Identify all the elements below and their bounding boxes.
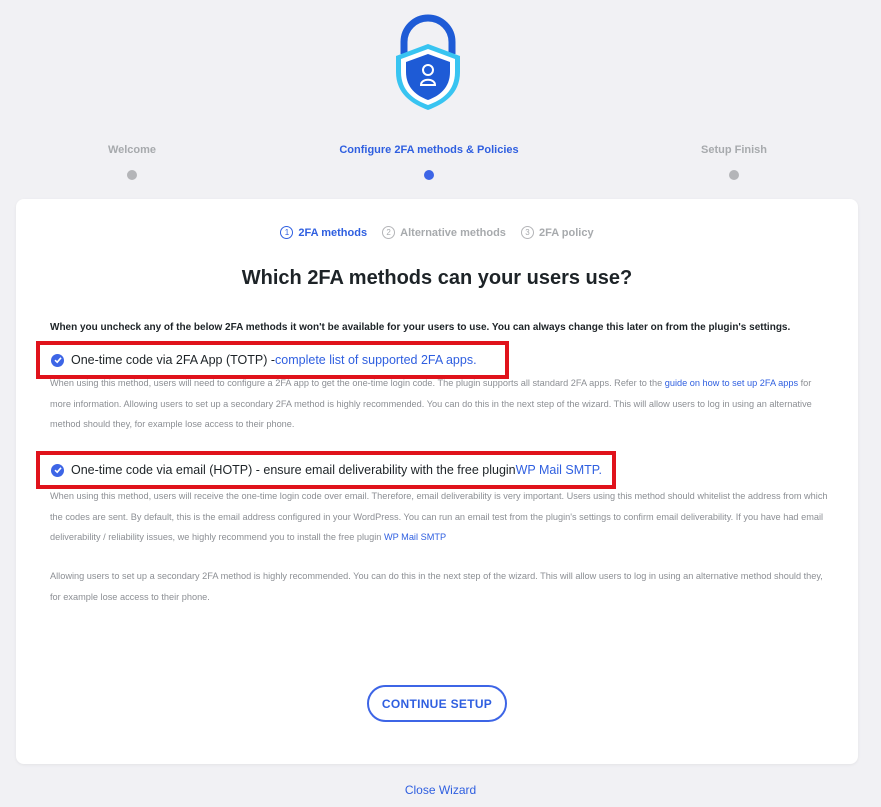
hotp-description: When using this method, users will recei…: [50, 486, 832, 548]
wizard-step-dot: [127, 170, 137, 180]
hotp-label: One-time code via email (HOTP) - ensure …: [71, 463, 516, 477]
wp-mail-smtp-description-link[interactable]: WP Mail SMTP: [384, 532, 446, 542]
checkmark-icon: [53, 467, 62, 474]
close-wizard-link[interactable]: Close Wizard: [0, 783, 881, 797]
checkmark-icon: [53, 357, 62, 364]
totp-checkbox[interactable]: [51, 353, 64, 367]
sub-step-alternative-methods: 2 Alternative methods: [382, 226, 506, 239]
sub-step-2fa-policy: 3 2FA policy: [520, 226, 594, 239]
wizard-step-welcome: Welcome: [12, 144, 252, 180]
sub-step-label: 2FA methods: [298, 226, 368, 239]
wizard-step-finish: Setup Finish: [614, 144, 854, 180]
sub-step-number: 2: [382, 226, 396, 239]
secondary-method-note: Allowing users to set up a secondary 2FA…: [50, 571, 823, 602]
wp-mail-smtp-link[interactable]: WP Mail SMTP.: [516, 463, 602, 477]
page-title: Which 2FA methods can your users use?: [241, 267, 633, 289]
sub-step-label: 2FA policy: [538, 226, 594, 239]
wizard-step-configure: Configure 2FA methods & Policies: [309, 144, 549, 180]
sub-steps: 1 2FA methods 2 Alternative methods 3 2F…: [16, 226, 858, 239]
method-hotp-row: One-time code via email (HOTP) - ensure …: [36, 451, 616, 489]
hotp-checkbox[interactable]: [51, 463, 64, 477]
wizard-card: 1 2FA methods 2 Alternative methods 3 2F…: [16, 199, 858, 764]
totp-label: One-time code via 2FA App (TOTP) -: [71, 353, 276, 367]
sub-step-number: 3: [520, 226, 534, 239]
wizard-progress: Welcome Configure 2FA methods & Policies…: [0, 144, 881, 184]
shield-lock-logo-icon: [396, 14, 460, 110]
sub-step-2fa-methods: 1 2FA methods: [280, 226, 367, 239]
wizard-step-label: Setup Finish: [701, 144, 767, 156]
setup-guide-link[interactable]: guide on how to set up 2FA apps: [665, 378, 798, 388]
wizard-step-label: Welcome: [107, 144, 157, 156]
wizard-step-dot: [729, 170, 739, 180]
wizard-step-label: Configure 2FA methods & Policies: [339, 144, 519, 156]
sub-step-label: Alternative methods: [400, 226, 506, 239]
supported-apps-link[interactable]: complete list of supported 2FA apps.: [275, 353, 477, 367]
sub-step-number: 1: [280, 226, 294, 239]
totp-description: When using this method, users will need …: [50, 373, 832, 435]
continue-setup-button[interactable]: CONTINUE SETUP: [367, 685, 507, 722]
intro-text: When you uncheck any of the below 2FA me…: [50, 322, 791, 333]
wizard-step-dot: [424, 170, 434, 180]
totp-description-text: When using this method, users will need …: [50, 378, 665, 388]
